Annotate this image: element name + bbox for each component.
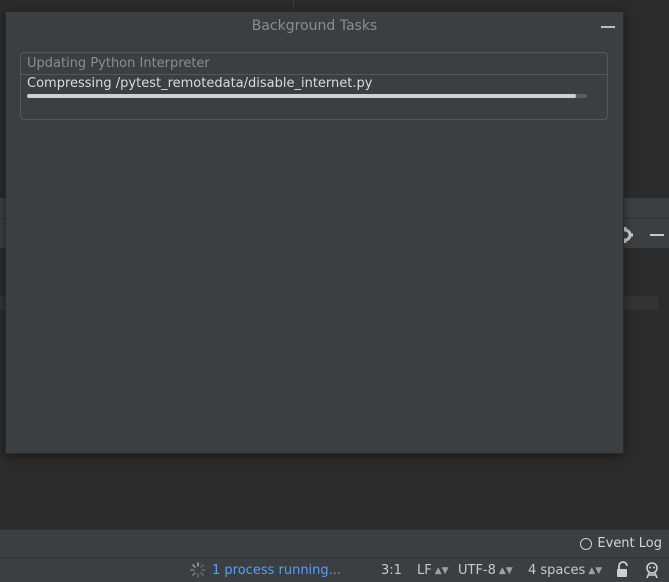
event-log-label: Event Log bbox=[597, 536, 662, 551]
task-panel: Updating Python Interpreter Compressing … bbox=[20, 52, 608, 120]
task-title: Updating Python Interpreter bbox=[27, 56, 210, 71]
indent-label: 4 spaces bbox=[528, 563, 586, 578]
background-tasks-popup: Background Tasks Updating Python Interpr… bbox=[5, 11, 624, 454]
updown-arrows-icon: ▲▼ bbox=[434, 566, 449, 576]
updown-arrows-icon: ▲▼ bbox=[498, 566, 513, 576]
minimize-icon[interactable] bbox=[601, 26, 615, 28]
task-divider bbox=[21, 74, 607, 75]
tool-window-bar: Event Log bbox=[0, 529, 669, 557]
process-status-link[interactable]: 1 process running... bbox=[212, 563, 341, 578]
progress-fill bbox=[27, 94, 576, 98]
encoding-selector[interactable]: UTF-8 ▲▼ bbox=[458, 563, 513, 579]
status-bar: 1 process running... 3:1 LF ▲▼ UTF-8 ▲▼ 4 … bbox=[0, 557, 669, 582]
popup-header: Background Tasks bbox=[6, 12, 623, 40]
lock-icon[interactable] bbox=[616, 561, 630, 578]
event-log-button[interactable]: Event Log bbox=[580, 536, 662, 551]
encoding-label: UTF-8 bbox=[458, 563, 496, 578]
task-detail: Compressing /pytest_remotedata/disable_i… bbox=[27, 76, 373, 91]
ide-window: Background Tasks Updating Python Interpr… bbox=[0, 0, 669, 582]
chat-bubble-icon bbox=[580, 537, 593, 550]
caret-position[interactable]: 3:1 bbox=[381, 563, 402, 578]
spinner-icon bbox=[190, 562, 206, 578]
popup-title: Background Tasks bbox=[251, 18, 378, 34]
minimize-icon[interactable] bbox=[650, 234, 664, 236]
indent-selector[interactable]: 4 spaces ▲▼ bbox=[528, 563, 602, 579]
line-ending-label: LF bbox=[417, 563, 432, 578]
inspector-icon[interactable] bbox=[643, 561, 661, 579]
updown-arrows-icon: ▲▼ bbox=[588, 566, 603, 576]
progress-bar bbox=[27, 94, 587, 98]
line-ending-selector[interactable]: LF ▲▼ bbox=[417, 563, 449, 579]
